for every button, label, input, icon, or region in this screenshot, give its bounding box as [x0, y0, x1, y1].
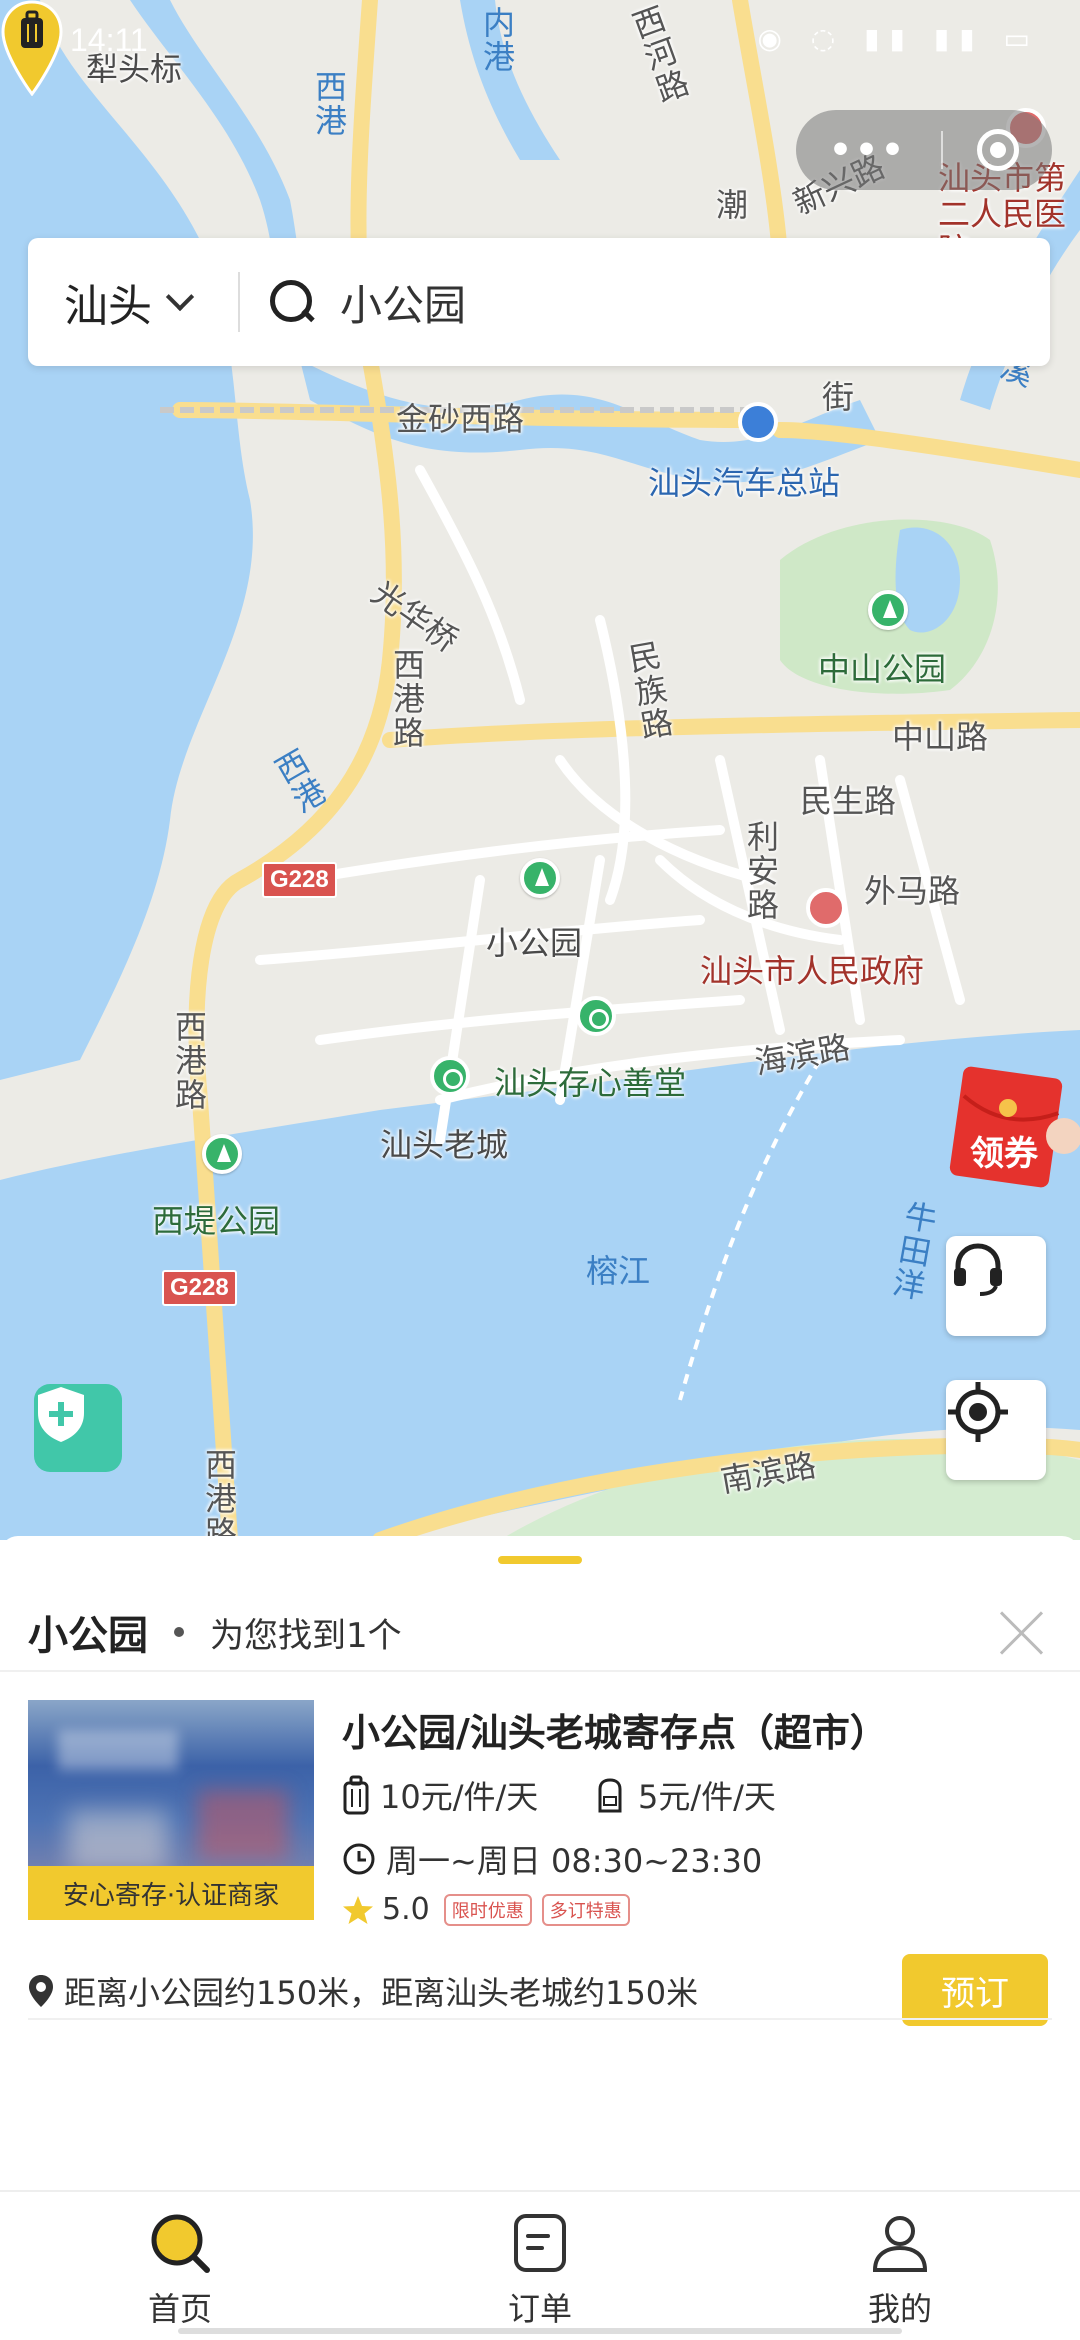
map-label-xiaogongyuan: 小公园	[486, 924, 583, 962]
search-divider	[238, 272, 240, 332]
certified-badge: 安心寄存·认证商家	[28, 1866, 314, 1920]
city-name: 汕头	[64, 281, 152, 332]
government-icon[interactable]	[806, 888, 846, 928]
capsule-divider	[941, 131, 943, 169]
promo-tag-limited: 限时优惠	[443, 1893, 532, 1926]
g228-shield-1: G228	[262, 862, 337, 898]
coupon-label: 领券	[970, 1134, 1038, 1174]
locate-me-button[interactable]	[946, 1380, 1046, 1480]
price-bag: 5元/件/天	[592, 1772, 776, 1818]
map-label-gov: 汕头市人民政府	[700, 952, 925, 990]
map-label-waima-road: 外马路	[864, 872, 961, 910]
status-icons: ◉ ◌ ▮▮ ▮▮ ▭	[757, 22, 1040, 55]
system-home-indicator[interactable]	[178, 2328, 902, 2334]
order-document-icon	[514, 2214, 566, 2272]
park-poi-icon[interactable]	[520, 858, 560, 898]
map-canvas	[0, 0, 1080, 1540]
distance-text: 距离小公园约150米，距离汕头老城约150米	[64, 1974, 699, 2012]
opening-hours: 周一~周日 08:30~23:30	[342, 1836, 762, 1882]
customer-service-button[interactable]	[946, 1236, 1046, 1336]
park-poi-icon[interactable]	[202, 1134, 242, 1174]
close-miniprogram-icon[interactable]	[976, 129, 1019, 171]
status-bar: 14:11 ◉ ◌ ▮▮ ▮▮ ▭	[0, 0, 1080, 80]
map-label-xigang-road-3: 西港路	[200, 1448, 238, 1540]
luggage-icon	[343, 1775, 369, 1815]
map-label-rongjiang: 榕江	[586, 1252, 651, 1290]
shield-plus-icon	[38, 1387, 84, 1442]
star-icon	[343, 1895, 373, 1924]
close-icon[interactable]	[998, 1608, 1046, 1656]
store-name: 小公园/汕头老城寄存点（超市）	[342, 1711, 888, 1755]
coupon-button[interactable]: 领券	[946, 1062, 1080, 1202]
map-label-lian-road: 利安路	[742, 820, 780, 922]
park-poi-icon[interactable]	[868, 590, 908, 630]
map-label-old-town: 汕头老城	[380, 1126, 509, 1164]
rating-value: 5.0	[382, 1892, 430, 1927]
map-label-zhongshan-road: 中山路	[892, 718, 989, 756]
store-photo: 安心寄存·认证商家	[28, 1700, 314, 1920]
safety-shield-button[interactable]	[34, 1384, 122, 1472]
location-pin-small-icon	[29, 1975, 53, 2007]
map-label-minsheng-road: 民生路	[800, 782, 897, 820]
map-label-jinsha-xi-road: 金砂西路	[396, 400, 525, 438]
home-search-icon	[151, 2214, 210, 2273]
tab-home-label: 首页	[147, 2290, 212, 2328]
map-label-cunxin-hall: 汕头存心善堂	[494, 1064, 687, 1102]
g228-shield-2: G228	[162, 1270, 237, 1306]
tab-orders[interactable]: 订单	[460, 2212, 620, 2330]
bus-station-icon[interactable]	[738, 402, 778, 442]
backpack-icon	[598, 1778, 622, 1813]
scenic-poi-icon[interactable]	[430, 1056, 470, 1096]
scenic-poi-icon[interactable]	[576, 996, 616, 1036]
result-sheet: 小公园 为您找到1个 安心寄存·认证商家 小公园/汕头老城寄存点（超市） 10元…	[0, 1536, 1080, 2190]
tab-profile[interactable]: 我的	[820, 2212, 980, 2330]
opening-hours-text: 周一~周日 08:30~23:30	[386, 1842, 763, 1880]
distance-info: 距离小公园约150米，距离汕头老城约150米	[28, 1968, 698, 2014]
search-bar: 汕头	[28, 238, 1050, 366]
app-screen: 犁头标 西港 内港 西河路 新兴路 潮 汕头市第二人民医院 金砂西路 街 汕头汽…	[0, 0, 1080, 2340]
map-label-street: 街	[822, 378, 855, 416]
rating-row: 5.0 限时优惠 多订特惠	[342, 1892, 640, 1927]
map-label-xigang-road-1: 西港路	[388, 648, 426, 750]
map-view[interactable]: 犁头标 西港 内港 西河路 新兴路 潮 汕头市第二人民医院 金砂西路 街 汕头汽…	[0, 0, 1080, 1540]
map-label-xigang-road-2: 西港路	[170, 1010, 208, 1112]
clock-icon	[343, 1843, 375, 1875]
map-label-chao-road: 潮	[716, 186, 749, 224]
sheet-drag-handle[interactable]	[498, 1556, 582, 1564]
crosshair-icon	[948, 1382, 1008, 1442]
map-label-bus-station: 汕头汽车总站	[648, 464, 841, 502]
miniprogram-capsule: •••	[796, 110, 1052, 190]
divider	[28, 2018, 1052, 2020]
store-card[interactable]: 安心寄存·认证商家 小公园/汕头老城寄存点（超市） 10元/件/天 5元/件/天	[0, 1696, 1080, 2026]
user-icon	[872, 2216, 928, 2272]
result-keyword: 小公园	[28, 1613, 148, 1659]
price-luggage-value: 10元/件/天	[380, 1778, 539, 1816]
tab-home[interactable]: 首页	[100, 2212, 260, 2330]
separator-dot	[174, 1627, 184, 1637]
search-input[interactable]	[340, 277, 940, 327]
city-selector[interactable]: 汕头	[28, 238, 238, 366]
price-bag-value: 5元/件/天	[638, 1778, 776, 1816]
tab-orders-label: 订单	[507, 2290, 572, 2328]
map-label-xigang-top: 西港	[310, 70, 348, 138]
map-label-xidi-park: 西堤公园	[152, 1202, 281, 1240]
divider	[0, 1670, 1080, 1672]
tab-profile-label: 我的	[867, 2290, 932, 2328]
result-header: 小公园 为您找到1个	[28, 1592, 402, 1672]
status-time: 14:11	[70, 22, 148, 58]
map-label-zhongshan-park: 中山公园	[818, 650, 947, 688]
promo-tag-multi: 多订特惠	[541, 1893, 630, 1926]
price-luggage: 10元/件/天	[342, 1772, 538, 1818]
result-summary: 为您找到1个	[210, 1615, 402, 1656]
search-icon	[270, 280, 314, 324]
headset-icon	[954, 1243, 1002, 1296]
bottom-tab-bar: 首页 订单 我的	[0, 2190, 1080, 2340]
book-button[interactable]: 预订	[902, 1954, 1048, 2026]
more-icon[interactable]: •••	[829, 130, 907, 171]
chevron-down-icon	[165, 282, 195, 312]
